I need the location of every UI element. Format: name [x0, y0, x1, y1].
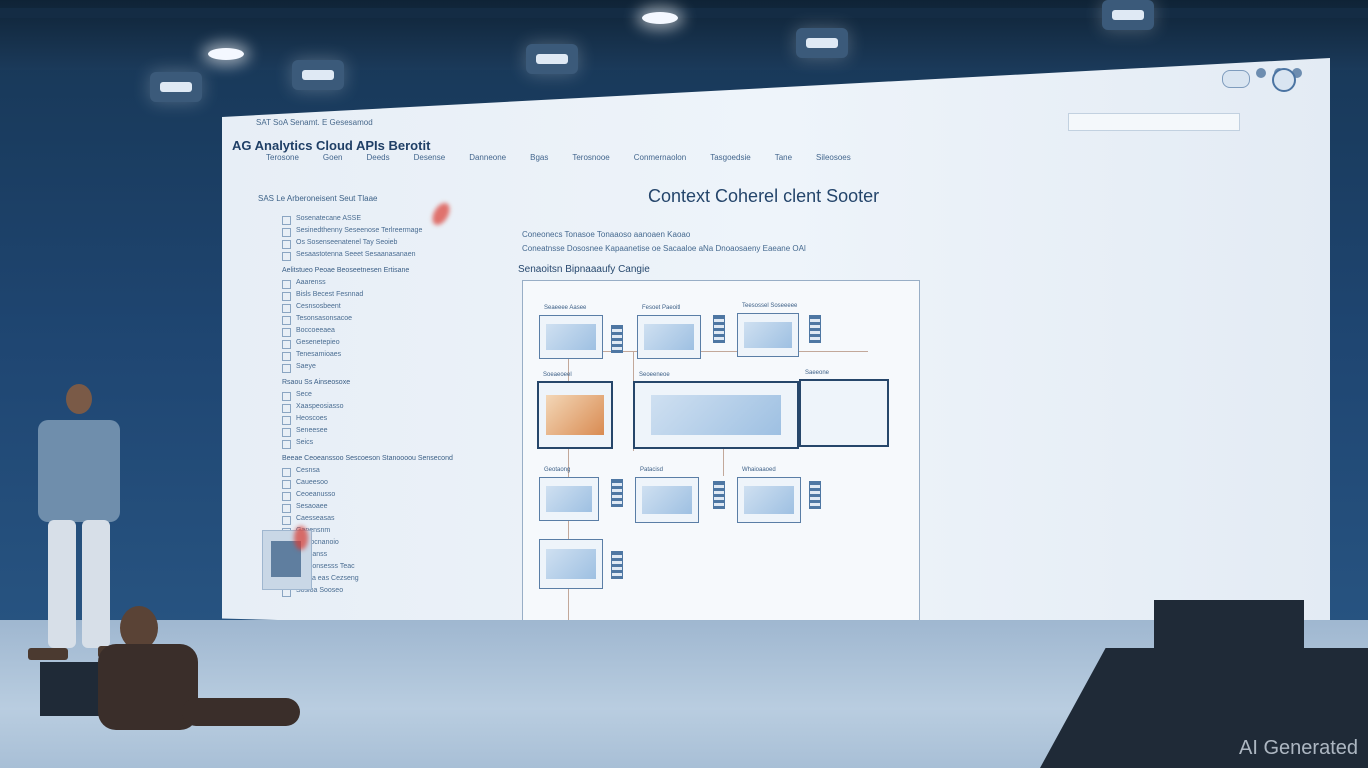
nav-tab: Tane [774, 153, 793, 162]
auditorium-scene: SAT SoA Senamt. E Gesesamod AG Analytics… [0, 0, 1368, 768]
tree-item: Seneesee [282, 425, 453, 437]
architecture-diagram: Seaeeee Aasee Fesoet Paeoitl Teesossel S… [522, 280, 920, 648]
diagram-node: Soeaeoeel [537, 372, 613, 449]
stage-light [1102, 0, 1154, 30]
diagram-node: Teesossel Soseeeee [737, 303, 799, 357]
diagram-node: Patacisd [635, 467, 699, 523]
nav-tabs: Terosone Goen Deeds Desense Danneone Bga… [262, 151, 855, 164]
avatar-icon [1272, 68, 1296, 92]
database-icon [611, 551, 623, 579]
tree-item: Caueesoo [282, 477, 453, 489]
tree-item: Sosenatecane ASSE [282, 213, 453, 225]
database-icon [713, 315, 725, 343]
tree-item: Ceoeanusso [282, 489, 453, 501]
database-icon [713, 481, 725, 509]
diagram-node: Fesoet Paeoitl [637, 305, 701, 359]
document-line: Coneonecs Tonasoe Tonaaoso aanoaen Kaoao [522, 230, 691, 239]
tree-header: SAS Le Arberoneisent Seut Tlaae [258, 194, 378, 203]
database-icon [611, 325, 623, 353]
tree-item: Boccoeeaea [282, 325, 453, 337]
tree-item: Tesonsasonsacoe [282, 313, 453, 325]
nav-tab: Sileosoes [816, 153, 851, 162]
tree-item: Caesseasas [282, 513, 453, 525]
leg [182, 698, 300, 726]
tree-item: Sesaastotenna Seeet Sesaanasanaen [282, 249, 453, 261]
stage-light [150, 72, 202, 102]
nav-tab: Terosone [266, 153, 299, 162]
tree-item: Bisls Becest Fesnnad [282, 289, 453, 301]
tree-item: Heoscoes [282, 413, 453, 425]
database-icon [809, 315, 821, 343]
tree-item: Gesenetepieo [282, 337, 453, 349]
diagram-node: Geotaong [539, 467, 599, 521]
nav-tab: Goen [322, 153, 343, 162]
document-title: Context Coherel clent Sooter [648, 186, 880, 206]
tree-item: Sesaoaee [282, 501, 453, 513]
diagram-title: Senaoitsn Bipnaaaufy Cangie [518, 264, 650, 275]
nav-tab: Deeds [366, 153, 390, 162]
node-label: Patacisd [640, 467, 664, 473]
node-label: Whaioaaoed [742, 467, 776, 473]
search-input [1068, 113, 1240, 131]
tree-item: Aelitstueo Peoae Beoseetnesen Ertisane [282, 267, 410, 274]
tree-item: Os Sosenseenatenel Tay Seoieb [282, 237, 453, 249]
node-label: Seoeeneoe [639, 372, 670, 378]
projection-screen: SAT SoA Senamt. E Gesesamod AG Analytics… [222, 58, 1330, 648]
tree-item: Rsaou Ss Ainseosoxe [282, 379, 351, 386]
nav-tab: Bgas [530, 153, 549, 162]
stage-light [526, 44, 578, 74]
diagram-node [539, 539, 603, 589]
red-mark [294, 526, 308, 550]
nav-tab: Tasgoedsie [710, 153, 751, 162]
node-label: Geotaong [544, 467, 571, 473]
database-icon [809, 481, 821, 509]
diagram-node: Saeeone [799, 370, 889, 447]
connector-line [723, 446, 724, 476]
leg [48, 520, 76, 648]
head [66, 384, 92, 414]
tree-item: Xaaspeosiasso [282, 401, 453, 413]
document-line: Coneatnsse Dososnee Kapaanetise oe Sacaa… [522, 244, 806, 253]
toggle-icon [1222, 70, 1250, 88]
diagram-node: Seoeeneoe [633, 372, 799, 449]
ceiling-spotlight [642, 12, 678, 24]
torso [38, 420, 120, 522]
node-label: Saeeone [805, 370, 830, 376]
tree-item: Aaarenss [282, 277, 453, 289]
tree-item: Sesinedthenny Seseenose Terlreermage [282, 225, 453, 237]
tree-item: Beeae Ceoeanssoo Sescoeson Stanoooou Sen… [282, 455, 453, 462]
tree-item: Seics [282, 437, 453, 449]
tree-item: Cesnsa [282, 465, 453, 477]
node-label: Teesossel Soseeeee [742, 303, 798, 309]
tree-item: Cesnsosbeent [282, 301, 453, 313]
sitting-person [92, 602, 312, 738]
tree-item: Saeye [282, 361, 453, 373]
stage-light [292, 60, 344, 90]
nav-tab: Danneone [469, 153, 507, 162]
node-label: Seaeeee Aasee [544, 305, 587, 311]
nav-tab: Terosnooe [572, 153, 610, 162]
tree-item: Sece [282, 389, 453, 401]
tree-item: Tenesamioaes [282, 349, 453, 361]
ceiling-spotlight [208, 48, 244, 60]
projected-ui: SAT SoA Senamt. E Gesesamod AG Analytics… [222, 58, 1330, 648]
window-dot-icon [1256, 68, 1266, 78]
browser-url: SAT SoA Senamt. E Gesesamod [256, 118, 373, 127]
stage-light [796, 28, 848, 58]
watermark: AI Generated [1239, 737, 1358, 759]
diagram-node: Seaeeee Aasee [539, 305, 603, 359]
lighting-truss [0, 8, 1368, 18]
diagram-node: Whaioaaoed [737, 467, 801, 523]
nav-tab: Conmernaolon [633, 153, 687, 162]
database-icon [611, 479, 623, 507]
nav-tab: Desense [413, 153, 446, 162]
node-label: Fesoet Paeoitl [642, 305, 681, 311]
node-label: Soeaeoeel [543, 372, 572, 378]
shoe [28, 648, 68, 660]
